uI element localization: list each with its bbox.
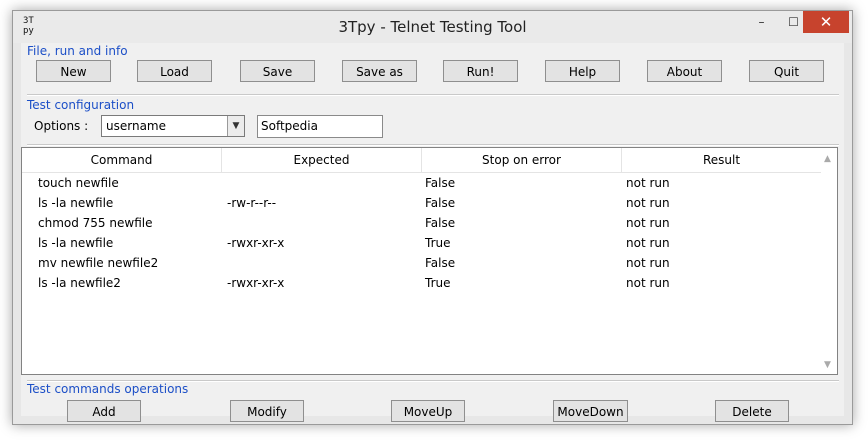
cell-result: not run [626,196,670,210]
table-header: Command Expected Stop on error Result [22,148,821,173]
cell-expected: -rwxr-xr-x [227,276,285,290]
help-button[interactable]: Help [545,60,620,82]
delete-button[interactable]: Delete [715,400,789,422]
quit-button[interactable]: Quit [749,60,824,82]
save-as-button[interactable]: Save as [342,60,417,82]
cell-command: mv newfile newfile2 [38,256,159,270]
cell-result: not run [626,236,670,250]
table-row[interactable]: ls -la newfile2 -rwxr-xr-x True not run [22,274,821,294]
cell-command: touch newfile [38,176,119,190]
table-row[interactable]: chmod 755 newfile False not run [22,214,821,234]
load-button[interactable]: Load [137,60,212,82]
cell-result: not run [626,176,670,190]
move-up-button[interactable]: MoveUp [391,400,465,422]
about-button[interactable]: About [647,60,722,82]
scroll-up-icon[interactable]: ▲ [824,154,831,164]
options-label: Options : [34,119,89,133]
cell-expected: -rw-r--r-- [227,196,277,210]
move-down-button[interactable]: MoveDown [553,400,628,422]
run-button[interactable]: Run! [443,60,518,82]
cell-stop-on-error: False [425,176,456,190]
commands-table[interactable]: Command Expected Stop on error Result to… [21,147,838,375]
cell-stop-on-error: False [425,256,456,270]
table-row[interactable]: mv newfile newfile2 False not run [22,254,821,274]
app-window: 3T py 3Tpy - Telnet Testing Tool – ☐ ✕ F… [12,10,853,425]
options-select-value: username [106,119,166,133]
cell-stop-on-error: True [425,276,451,290]
cell-expected: -rwxr-xr-x [227,236,285,250]
column-header-command[interactable]: Command [22,148,222,172]
close-icon[interactable]: ✕ [803,11,849,33]
separator [27,144,839,146]
column-header-stop-on-error[interactable]: Stop on error [422,148,622,172]
chevron-down-icon[interactable]: ▼ [227,116,244,136]
minimize-icon[interactable]: – [748,11,775,33]
cell-command: chmod 755 newfile [38,216,153,230]
options-select[interactable]: username ▼ [101,115,245,137]
config-text-input[interactable]: Softpedia [257,115,383,138]
modify-button[interactable]: Modify [230,400,304,422]
column-header-expected[interactable]: Expected [222,148,422,172]
cell-command: ls -la newfile2 [38,276,121,290]
cell-command: ls -la newfile [38,196,114,210]
vertical-scrollbar[interactable]: ▲ ▼ [821,148,837,374]
separator [27,94,839,96]
table-row[interactable]: ls -la newfile -rw-r--r-- False not run [22,194,821,214]
new-button[interactable]: New [36,60,111,82]
add-button[interactable]: Add [67,400,141,422]
save-button[interactable]: Save [240,60,315,82]
file-group-label: File, run and info [27,44,128,58]
cell-result: not run [626,276,670,290]
table-row[interactable]: ls -la newfile -rwxr-xr-x True not run [22,234,821,254]
cell-stop-on-error: True [425,236,451,250]
table-row[interactable]: touch newfile False not run [22,174,821,194]
window-title: 3Tpy - Telnet Testing Tool [338,18,527,36]
cell-result: not run [626,216,670,230]
cell-stop-on-error: False [425,216,456,230]
cell-stop-on-error: False [425,196,456,210]
config-group-label: Test configuration [27,98,135,112]
ops-group-label: Test commands operations [27,382,189,396]
title-bar[interactable]: 3T py 3Tpy - Telnet Testing Tool – ☐ ✕ [13,11,852,43]
separator [27,380,839,382]
cell-result: not run [626,256,670,270]
column-header-result[interactable]: Result [622,148,821,172]
client-area: File, run and info New Load Save Save as… [21,43,844,422]
cell-command: ls -la newfile [38,236,114,250]
scroll-down-icon[interactable]: ▼ [824,360,831,370]
